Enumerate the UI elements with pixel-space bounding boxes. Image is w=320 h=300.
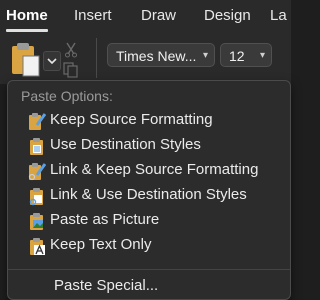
use-destination-styles-icon	[30, 138, 43, 155]
paste-as-picture-icon	[30, 213, 43, 230]
chevron-down-icon	[47, 58, 57, 65]
tab-insert[interactable]: Insert	[74, 7, 112, 24]
menu-item-label: Use Destination Styles	[50, 136, 201, 153]
link-use-destination-styles-icon	[29, 188, 43, 206]
font-name-dropdown[interactable]: Times New... ▾	[107, 43, 215, 67]
menu-item-label: Link & Keep Source Formatting	[50, 161, 259, 178]
tab-draw[interactable]: Draw	[141, 7, 176, 24]
ribbon-tab-bar: Home Insert Draw Design La	[0, 0, 291, 34]
tab-layout[interactable]: La	[270, 7, 287, 24]
chevron-down-icon: ▾	[259, 50, 265, 61]
menu-item-link-use-destination-styles[interactable]: Link & Use Destination Styles	[18, 184, 286, 208]
cut-icon[interactable]	[64, 42, 78, 58]
menu-item-label: Keep Source Formatting	[50, 111, 213, 128]
font-size-value: 12	[229, 48, 245, 64]
keep-text-only-icon	[30, 238, 45, 255]
menu-item-paste-special[interactable]: Paste Special...	[54, 277, 158, 294]
menu-item-keep-source-formatting[interactable]: Keep Source Formatting	[18, 109, 286, 133]
menu-item-keep-text-only[interactable]: Keep Text Only	[18, 234, 286, 258]
menu-header: Paste Options:	[21, 88, 113, 104]
menu-divider	[8, 269, 290, 270]
active-tab-indicator	[6, 29, 48, 32]
font-name-value: Times New...	[116, 48, 197, 64]
keep-source-formatting-icon	[29, 113, 46, 130]
tab-home[interactable]: Home	[6, 7, 48, 24]
link-keep-source-formatting-icon	[28, 163, 46, 181]
paste-icon[interactable]	[9, 40, 43, 80]
menu-item-link-keep-source-formatting[interactable]: Link & Keep Source Formatting	[18, 159, 286, 183]
paste-options-menu: Paste Options: Keep Source Formatting Us…	[7, 80, 291, 300]
copy-icon[interactable]	[63, 62, 79, 78]
menu-item-label: Paste as Picture	[50, 211, 160, 228]
menu-item-label: Keep Text Only	[50, 236, 152, 253]
paste-options-dropdown[interactable]	[43, 51, 61, 71]
font-size-dropdown[interactable]: 12 ▾	[220, 43, 272, 67]
tab-design[interactable]: Design	[204, 7, 251, 24]
menu-item-use-destination-styles[interactable]: Use Destination Styles	[18, 134, 286, 158]
toolbar-divider	[96, 38, 97, 78]
chevron-down-icon: ▾	[202, 50, 208, 61]
menu-item-label: Link & Use Destination Styles	[50, 186, 247, 203]
menu-item-paste-as-picture[interactable]: Paste as Picture	[18, 209, 286, 233]
